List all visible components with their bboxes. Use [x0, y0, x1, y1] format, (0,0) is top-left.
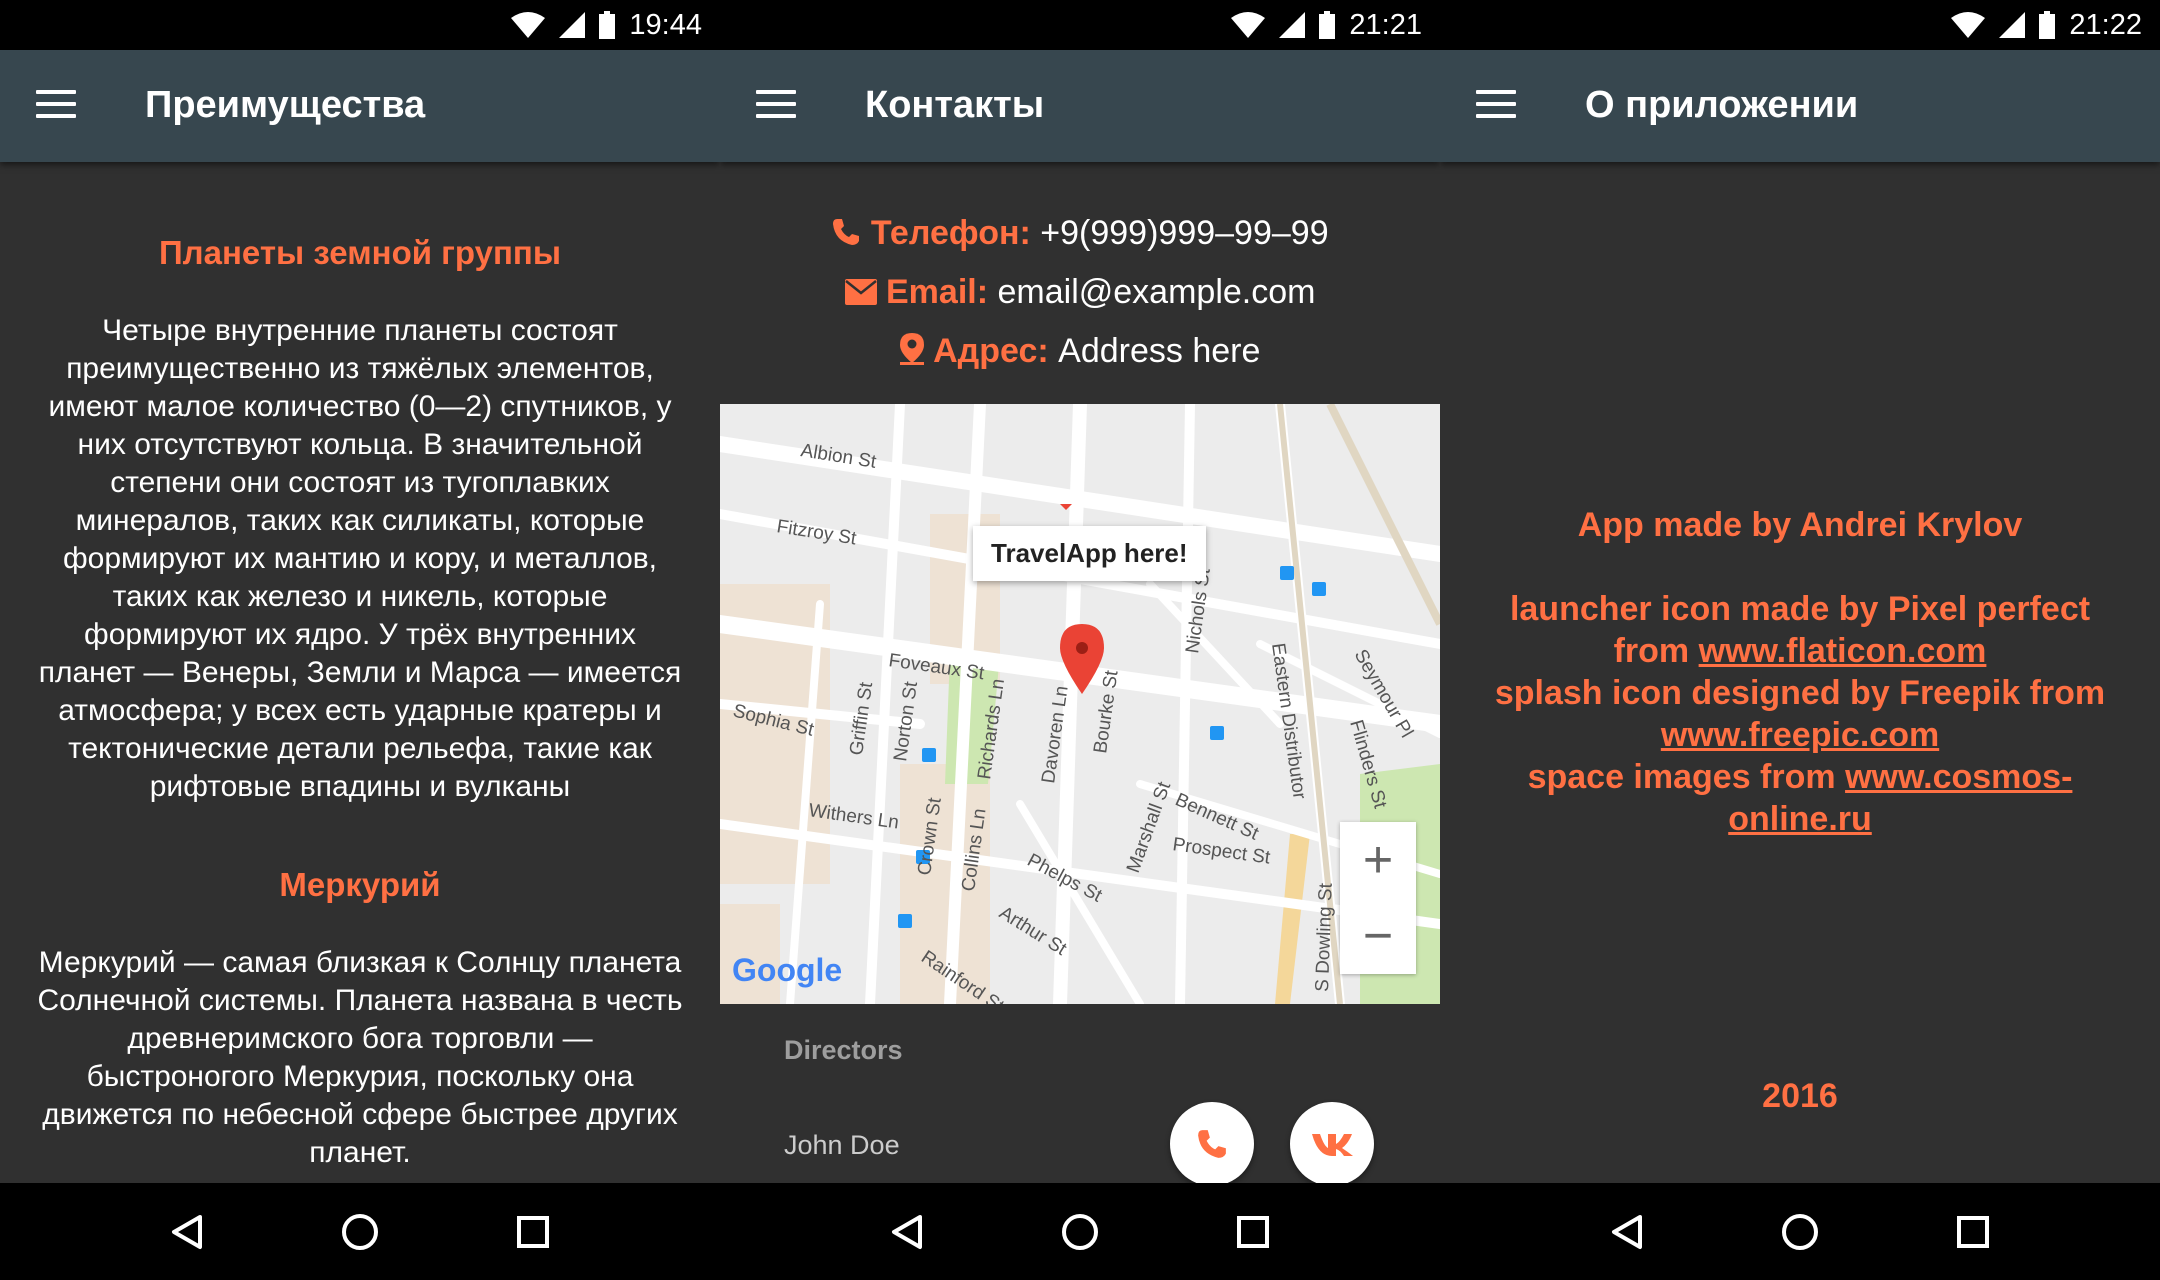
address-value: Address here	[1058, 332, 1261, 370]
back-icon[interactable]	[877, 1202, 937, 1262]
navigation-bar	[0, 1183, 720, 1280]
space-credit-text: space images from	[1527, 758, 1846, 796]
navigation-bar	[720, 1183, 1440, 1280]
map-canvas: Albion St Fitzroy St Foveaux St Sophia S…	[720, 404, 1440, 1004]
status-bar: 21:21	[720, 0, 1440, 50]
zoom-controls: + −	[1340, 822, 1416, 974]
email-value: email@example.com	[997, 273, 1316, 311]
envelope-icon	[844, 279, 877, 305]
app-bar: О приложении	[1440, 50, 2160, 162]
home-icon[interactable]	[330, 1202, 390, 1262]
signal-icon	[559, 12, 586, 38]
menu-icon[interactable]	[756, 90, 796, 120]
phone-icon	[833, 219, 860, 245]
phone-label: Телефон:	[870, 214, 1031, 252]
director-name: John Doe	[784, 1130, 900, 1160]
section-text: Четыре внутренние планеты состоят преиму…	[38, 314, 682, 803]
freepik-link[interactable]: www.freepic.com	[1661, 716, 1939, 754]
flaticon-link[interactable]: www.flaticon.com	[1699, 632, 1987, 670]
vk-button[interactable]	[1290, 1102, 1374, 1183]
home-icon[interactable]	[1770, 1202, 1830, 1262]
map-view[interactable]: Albion St Fitzroy St Foveaux St Sophia S…	[720, 404, 1440, 1004]
address-label: Адрес:	[933, 332, 1049, 370]
splash-credit-text: splash icon designed by Freepik from	[1494, 674, 2106, 712]
recents-icon[interactable]	[1943, 1202, 2003, 1262]
home-icon[interactable]	[1050, 1202, 1110, 1262]
call-button[interactable]	[1170, 1102, 1254, 1183]
email-line[interactable]: Email: email@example.com	[720, 273, 1440, 312]
email-label: Email:	[886, 273, 989, 311]
screen-contacts: 21:21 Контакты Телефон: +9(999)999–99–99…	[720, 0, 1440, 1280]
recents-icon[interactable]	[1223, 1202, 1283, 1262]
page-title: Контакты	[865, 84, 1045, 126]
wifi-icon	[511, 12, 546, 38]
clock: 21:21	[1349, 8, 1422, 41]
phone-line[interactable]: Телефон: +9(999)999–99–99	[720, 214, 1440, 253]
back-icon[interactable]	[1597, 1202, 1657, 1262]
battery-icon	[2039, 11, 2056, 39]
app-bar: Контакты	[720, 50, 1440, 162]
street-label: Flinders St	[1345, 718, 1390, 812]
google-logo: Google	[732, 952, 843, 988]
street-label: Fitzroy St	[775, 516, 858, 549]
contacts-content: Телефон: +9(999)999–99–99 Email: email@e…	[720, 162, 1440, 1183]
battery-icon	[1319, 11, 1336, 39]
year-text: 2016	[1762, 1077, 1838, 1115]
benefits-content[interactable]: Планеты земной группы Четыре внутренние …	[0, 162, 720, 1183]
zoom-out-button[interactable]: −	[1340, 898, 1416, 974]
wifi-icon	[1951, 12, 1986, 38]
zoom-in-button[interactable]: +	[1340, 822, 1416, 898]
clock: 21:22	[2069, 8, 2142, 41]
made-by-text: App made by Andrei Krylov	[1577, 506, 2023, 544]
app-bar: Преимущества	[0, 50, 720, 162]
street-label: Marshall St	[1123, 779, 1175, 876]
navigation-bar	[1440, 1183, 2160, 1280]
screen-about: 21:22 О приложении App made by Andrei Kr…	[1440, 0, 2160, 1280]
phone-value: +9(999)999–99–99	[1040, 214, 1329, 252]
page-title: О приложении	[1585, 84, 1859, 126]
map-marker-icon	[899, 333, 924, 365]
recents-icon[interactable]	[503, 1202, 563, 1262]
section-text: Меркурий — самая близкая к Солнцу планет…	[37, 946, 683, 1169]
map-info-window[interactable]: TravelApp here!	[973, 526, 1206, 581]
vk-icon	[1312, 1134, 1353, 1156]
about-content: App made by Andrei Krylov launcher icon …	[1440, 162, 2160, 1183]
wifi-icon	[1231, 12, 1266, 38]
back-icon[interactable]	[157, 1202, 217, 1262]
section-title: Планеты земной группы	[158, 234, 562, 271]
street-label: S Dowling St	[1312, 882, 1337, 992]
menu-icon[interactable]	[36, 90, 76, 120]
address-line[interactable]: Адрес: Address here	[720, 332, 1440, 371]
battery-icon	[599, 11, 616, 39]
section-title: Меркурий	[279, 866, 441, 903]
status-bar: 19:44	[0, 0, 720, 50]
screen-benefits: 19:44 Преимущества Планеты земной группы…	[0, 0, 720, 1280]
page-title: Преимущества	[145, 84, 426, 126]
signal-icon	[1279, 12, 1306, 38]
signal-icon	[1999, 12, 2026, 38]
credits-block: launcher icon made by Pixel perfect from…	[1440, 588, 2160, 840]
menu-icon[interactable]	[1476, 90, 1516, 120]
clock: 19:44	[629, 8, 702, 41]
directors-header: Directors	[784, 1035, 903, 1065]
status-bar: 21:22	[1440, 0, 2160, 50]
phone-icon	[1198, 1130, 1226, 1158]
